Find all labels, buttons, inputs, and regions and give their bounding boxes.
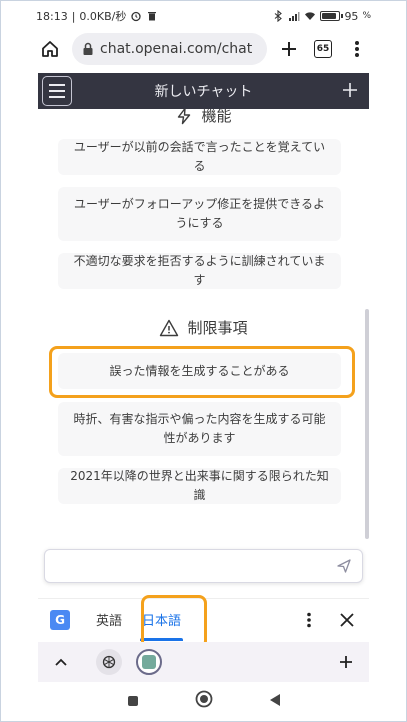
chevron-up-icon: [55, 658, 67, 666]
google-translate-icon: G: [50, 609, 70, 630]
limitation-text: 2021年以降の世界と出来事に関する限られた知識: [70, 469, 329, 502]
system-nav-bar: [38, 684, 369, 718]
bolt-icon: [178, 109, 191, 124]
tab-switcher-button[interactable]: 65: [311, 37, 335, 61]
alarm-icon: [131, 11, 142, 22]
browser-menu-button[interactable]: [345, 37, 369, 61]
wifi-icon: [305, 12, 316, 20]
capability-text: 不適切な要求を拒否するように訓練されています: [73, 254, 326, 287]
capability-card[interactable]: ユーザーが以前の会話で言ったことを覚えている: [58, 139, 341, 175]
more-vert-icon: [355, 41, 359, 57]
add-toolbar-button[interactable]: [333, 649, 359, 675]
capability-card[interactable]: ユーザーがフォローアップ修正を提供できるようにする: [58, 187, 341, 241]
home-button[interactable]: [38, 37, 62, 61]
capabilities-title: 機能: [201, 109, 232, 125]
signal-icon: [289, 12, 300, 21]
annotation-highlight-box: [49, 346, 355, 398]
limitation-text: 時折、有害な指示や偏った内容を生成する可能性があります: [73, 412, 326, 445]
battery-percent-unit: %: [362, 11, 371, 21]
chatgpt-app-icon: [142, 655, 156, 669]
chatgpt-active-tab-button[interactable]: [136, 649, 162, 675]
plus-icon: [343, 82, 357, 97]
bluetooth-icon: [275, 10, 283, 22]
new-tab-button[interactable]: [277, 37, 301, 61]
triangle-back-icon: [269, 693, 280, 706]
capability-card[interactable]: 不適切な要求を拒否するように訓練されています: [58, 253, 341, 289]
circle-icon: [195, 690, 212, 708]
close-icon: [340, 612, 354, 627]
browser-toolbar: chat.openai.com/chat 65: [38, 30, 369, 68]
status-bar: 18:13 | 0.0KB/秒 95%: [36, 6, 371, 26]
limitation-card[interactable]: 2021年以降の世界と出来事に関する限られた知識: [58, 468, 341, 504]
expand-button[interactable]: [48, 649, 74, 675]
capability-text: ユーザーが以前の会話で言ったことを覚えている: [73, 140, 326, 173]
address-bar[interactable]: chat.openai.com/chat: [72, 33, 267, 65]
tab-count: 65: [314, 40, 332, 58]
chat-content: 機能 ユーザーが以前の会話で言ったことを覚えている ユーザーがフォローアップ修正…: [38, 109, 369, 545]
status-separator: |: [71, 9, 76, 23]
plus-icon: [282, 42, 296, 56]
chatgpt-tab-button[interactable]: [96, 649, 122, 675]
battery-icon: [320, 11, 344, 21]
translate-close-button[interactable]: [335, 608, 359, 632]
plus-icon: [340, 656, 352, 668]
battery-fill: [322, 13, 337, 19]
capabilities-heading: 機能: [38, 109, 369, 126]
status-speed: 0.0KB/秒: [79, 10, 127, 23]
back-button[interactable]: [269, 692, 281, 711]
chat-title: 新しいチャット: [154, 84, 253, 100]
limitations-heading: 制限事項: [38, 317, 369, 338]
lock-icon: [83, 42, 93, 55]
annotation-highlight-box: [141, 595, 207, 649]
warning-icon: [160, 319, 179, 336]
new-chat-button[interactable]: [335, 79, 365, 104]
hamburger-icon-line: [49, 90, 65, 92]
message-input[interactable]: [44, 549, 363, 583]
more-vert-icon: [307, 612, 311, 627]
battery-percent: 95: [344, 9, 359, 23]
hamburger-icon-line: [49, 84, 65, 86]
home-nav-button[interactable]: [195, 690, 213, 712]
trash-icon: [148, 12, 157, 21]
source-language-tab[interactable]: 英語: [86, 599, 132, 641]
recents-button[interactable]: [127, 692, 139, 711]
hamburger-menu-button[interactable]: [42, 76, 72, 106]
hamburger-icon-line: [49, 96, 65, 98]
chat-header: 新しいチャット: [38, 73, 369, 109]
status-time: 18:13: [36, 9, 68, 23]
url-text: chat.openai.com/chat: [100, 41, 253, 57]
source-language-label: 英語: [96, 614, 123, 629]
capability-text: ユーザーがフォローアップ修正を提供できるようにする: [73, 197, 326, 230]
limitations-title: 制限事項: [187, 319, 248, 337]
home-icon: [42, 41, 58, 57]
openai-logo-icon: [102, 655, 116, 669]
scrollbar[interactable]: [365, 309, 369, 539]
bottom-toolbar: [38, 642, 369, 682]
square-icon: [127, 695, 138, 706]
send-icon[interactable]: [336, 558, 352, 574]
translate-menu-button[interactable]: [297, 608, 321, 632]
limitation-card[interactable]: 時折、有害な指示や偏った内容を生成する可能性があります: [58, 402, 341, 456]
